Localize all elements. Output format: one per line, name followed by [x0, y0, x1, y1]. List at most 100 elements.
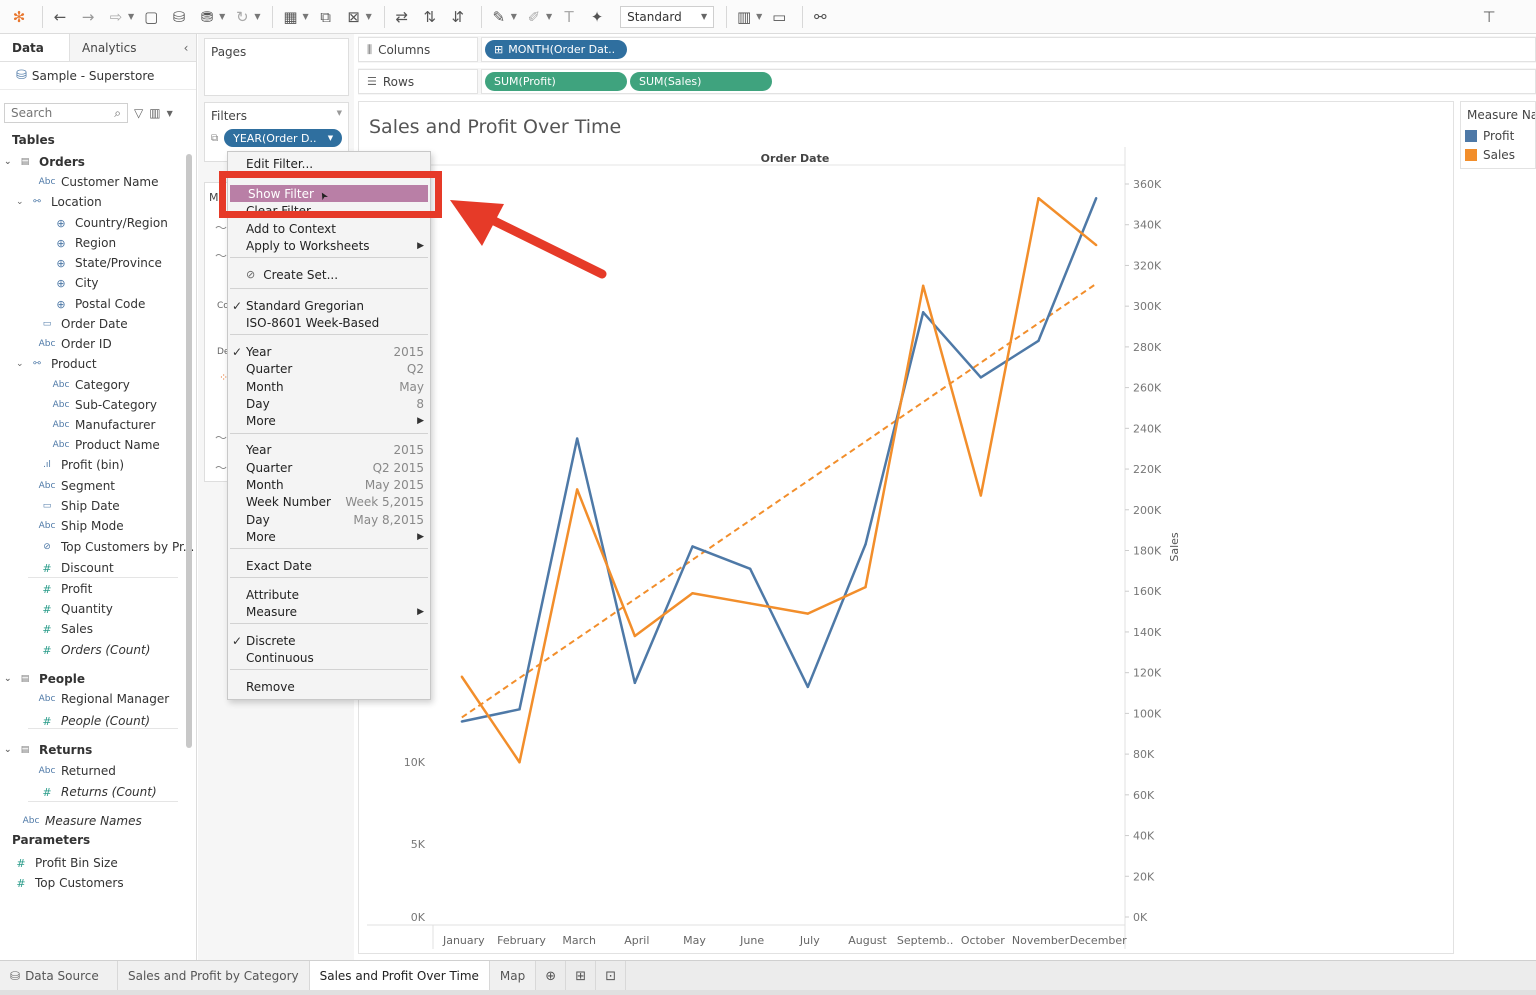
- chevron-down-icon[interactable]: ⌄: [16, 359, 28, 369]
- highlight-caret-icon[interactable]: ▼: [511, 12, 517, 21]
- menu-item[interactable]: Day 8: [228, 395, 430, 412]
- menu-item[interactable]: ✓ Discrete: [228, 632, 430, 649]
- show-me-icon[interactable]: ▥: [733, 6, 755, 28]
- tab-sales-profit-category[interactable]: Sales and Profit by Category: [118, 961, 310, 991]
- view-options-icon[interactable]: ▥: [149, 106, 160, 120]
- field-item[interactable]: Abc Sub-Category: [52, 395, 157, 415]
- new-worksheet-icon[interactable]: ▦: [279, 6, 301, 28]
- pause-caret-icon[interactable]: ▼: [219, 12, 225, 21]
- forward-caret-icon[interactable]: ▼: [128, 12, 134, 21]
- field-item[interactable]: Abc Customer Name: [38, 172, 159, 192]
- menu-item[interactable]: Apply to Worksheets ▶: [228, 237, 430, 254]
- worksheet-caret-icon[interactable]: ▼: [302, 12, 308, 21]
- legend-item-sales[interactable]: Sales: [1461, 145, 1535, 164]
- clear-caret-icon[interactable]: ▼: [366, 12, 372, 21]
- search-input[interactable]: [11, 106, 107, 120]
- rows-pill-profit[interactable]: SUM(Profit): [485, 72, 627, 91]
- legend-item-profit[interactable]: Profit: [1461, 126, 1535, 145]
- chevron-down-icon[interactable]: ⌄: [4, 674, 16, 684]
- parameter-item[interactable]: # Profit Bin Size: [12, 853, 117, 873]
- menu-item[interactable]: Day May 8,2015: [228, 511, 430, 528]
- field-item[interactable]: Abc Segment: [38, 476, 115, 496]
- pin-tb-icon[interactable]: ⊤: [1478, 6, 1500, 28]
- menu-item[interactable]: Continuous: [228, 649, 430, 666]
- field-item[interactable]: # Profit: [38, 579, 92, 599]
- tab-sales-profit-time[interactable]: Sales and Profit Over Time: [309, 961, 490, 991]
- field-item[interactable]: ⊕ Region: [52, 233, 116, 253]
- field-item[interactable]: Abc Returned: [38, 761, 116, 781]
- redo-icon[interactable]: →: [77, 6, 99, 28]
- label-icon[interactable]: T: [558, 6, 580, 28]
- field-item[interactable]: Abc Measure Names: [22, 811, 142, 831]
- menu-item[interactable]: Month May: [228, 378, 430, 395]
- menu-item[interactable]: Measure ▶: [228, 603, 430, 620]
- data-pane-scrollbar[interactable]: [186, 154, 192, 748]
- chevron-down-icon[interactable]: ⌄: [16, 197, 28, 207]
- save-icon[interactable]: ▢: [140, 6, 162, 28]
- chevron-down-icon[interactable]: ▼: [167, 109, 173, 118]
- view-mode-select[interactable]: Standard ▼: [620, 5, 715, 28]
- duplicate-icon[interactable]: ⧉: [315, 6, 337, 28]
- sort-asc-icon[interactable]: ⇅: [419, 6, 441, 28]
- group-icon[interactable]: ✐: [523, 6, 545, 28]
- field-item[interactable]: Abc Product Name: [52, 435, 160, 455]
- chevron-down-icon[interactable]: ⌄: [4, 157, 16, 167]
- forward-icon[interactable]: ⇨: [105, 6, 127, 28]
- table-group[interactable]: ⌄ ▤ People: [4, 669, 85, 689]
- menu-item[interactable]: Remove: [228, 678, 430, 695]
- menu-item[interactable]: More ▶: [228, 412, 430, 429]
- tab-data[interactable]: Data: [0, 34, 70, 61]
- chevron-down-icon[interactable]: ▼: [337, 109, 342, 123]
- chevron-down-icon[interactable]: ⌄: [4, 745, 16, 755]
- field-item[interactable]: # Orders (Count): [38, 640, 150, 660]
- table-group[interactable]: ⌄ ▤ Orders: [4, 152, 85, 172]
- menu-item[interactable]: ISO-8601 Week-Based: [228, 314, 430, 331]
- rows-drop-zone[interactable]: SUM(Profit) SUM(Sales): [481, 69, 1536, 94]
- field-item[interactable]: ▭ Ship Date: [38, 496, 120, 516]
- rows-pill-sales[interactable]: SUM(Sales): [630, 72, 772, 91]
- field-item[interactable]: ⊕ City: [52, 273, 98, 293]
- menu-item[interactable]: Attribute: [228, 586, 430, 603]
- columns-drop-zone[interactable]: ⊞ MONTH(Order Dat..: [481, 37, 1536, 62]
- menu-item[interactable]: Quarter Q2 2015: [228, 459, 430, 476]
- share-icon[interactable]: ⚯: [809, 6, 831, 28]
- menu-item[interactable]: More ▶: [228, 528, 430, 545]
- menu-item[interactable]: ⊘ Create Set...: [228, 266, 430, 283]
- table-group[interactable]: ⌄ ▤ Returns: [4, 740, 92, 760]
- menu-item[interactable]: Edit Filter...: [228, 155, 430, 172]
- field-item[interactable]: # Sales: [38, 619, 93, 639]
- field-item[interactable]: ⌄ ⚯ Location: [16, 192, 102, 212]
- tab-map[interactable]: Map: [489, 961, 537, 991]
- tab-analytics[interactable]: Analytics: [70, 34, 176, 61]
- data-source-item[interactable]: ⛁ Sample - Superstore: [0, 62, 196, 90]
- field-item[interactable]: ⊕ State/Province: [52, 253, 161, 273]
- field-item[interactable]: ⌄ ⚯ Product: [16, 354, 97, 374]
- pages-shelf[interactable]: Pages: [204, 38, 349, 96]
- field-item[interactable]: Abc Category: [52, 375, 130, 395]
- parameter-item[interactable]: # Top Customers: [12, 873, 123, 893]
- field-item[interactable]: # Discount: [38, 558, 113, 578]
- field-item[interactable]: # Returns (Count): [38, 782, 156, 802]
- new-story-icon[interactable]: ⊡: [596, 961, 627, 991]
- filter-icon[interactable]: ▽: [134, 106, 143, 120]
- columns-pill[interactable]: ⊞ MONTH(Order Dat..: [485, 40, 627, 59]
- highlight-icon[interactable]: ✎: [488, 6, 510, 28]
- menu-item[interactable]: Month May 2015: [228, 476, 430, 493]
- tab-data-source[interactable]: ⛁ Data Source: [0, 961, 118, 991]
- collapse-pane-icon[interactable]: ‹: [176, 34, 196, 61]
- show-me-caret-icon[interactable]: ▼: [756, 12, 762, 21]
- refresh-caret-icon[interactable]: ▼: [254, 12, 260, 21]
- undo-icon[interactable]: ←: [49, 6, 71, 28]
- menu-item[interactable]: Add to Context: [228, 220, 430, 237]
- clear-icon[interactable]: ⊠: [343, 6, 365, 28]
- sort-desc-icon[interactable]: ⇵: [447, 6, 469, 28]
- menu-item[interactable]: Week Number Week 5,2015: [228, 493, 430, 510]
- field-item[interactable]: Abc Manufacturer: [52, 415, 156, 435]
- menu-item[interactable]: Quarter Q2: [228, 360, 430, 377]
- field-item[interactable]: Abc Ship Mode: [38, 516, 124, 536]
- color-legend[interactable]: Measure Names Profit Sales: [1460, 101, 1536, 169]
- filter-pill[interactable]: YEAR(Order D.. ▼: [224, 129, 343, 147]
- search-icon[interactable]: ⌕: [114, 106, 121, 121]
- pause-icon[interactable]: ⛃: [196, 6, 218, 28]
- menu-item[interactable]: ✓ Standard Gregorian: [228, 297, 430, 314]
